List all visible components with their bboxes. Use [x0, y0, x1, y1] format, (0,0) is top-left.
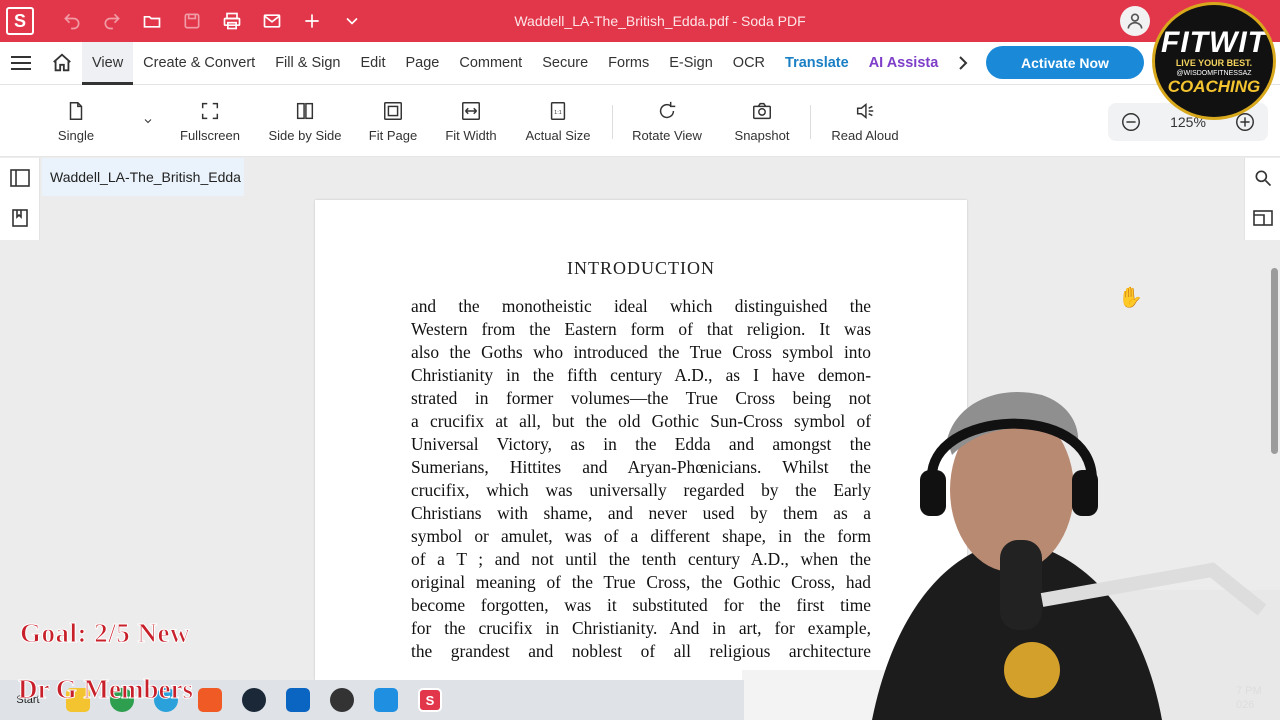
side-by-side-button[interactable]: Side by Side — [266, 85, 344, 157]
single-dropdown-chevron-icon[interactable] — [138, 85, 158, 157]
soda-pdf-logo[interactable]: S — [6, 7, 34, 35]
camera-icon — [753, 102, 771, 119]
tab-secure[interactable]: Secure — [532, 42, 598, 85]
tab-ai-assistant[interactable]: AI Assista — [859, 42, 949, 85]
members-overlay-text: Dr G Members — [18, 674, 194, 705]
rotate-view-label: Rotate View — [632, 127, 702, 143]
fit-page-label: Fit Page — [368, 127, 418, 143]
tab-translate[interactable]: Translate — [775, 42, 859, 85]
tab-page[interactable]: Page — [395, 42, 449, 85]
search-icon[interactable] — [1245, 158, 1280, 198]
fullscreen-button[interactable]: Fullscreen — [176, 85, 244, 157]
toolbar-divider — [612, 105, 613, 139]
page-icon — [69, 101, 83, 120]
tab-e-sign[interactable]: E-Sign — [659, 42, 723, 85]
read-aloud-label: Read Aloud — [831, 127, 899, 143]
text-line: Western from the Eastern form of that re… — [411, 319, 871, 339]
chevron-right-icon[interactable] — [948, 42, 978, 85]
save-icon[interactable] — [172, 0, 212, 42]
obs-icon[interactable] — [320, 680, 364, 720]
text-line: also the Goths who introduced the True C… — [411, 342, 871, 362]
page-heading: INTRODUCTION — [567, 258, 715, 278]
steam-icon[interactable] — [232, 680, 276, 720]
goal-overlay-text: Goal: 2/5 New — [20, 618, 190, 649]
snapshot-label: Snapshot — [734, 127, 790, 143]
actual-size-button[interactable]: 1:1 Actual Size — [522, 85, 594, 157]
single-label: Single — [57, 127, 95, 143]
system-clock: 7 PM 026 — [1236, 684, 1262, 712]
tab-fill-sign[interactable]: Fill & Sign — [265, 42, 350, 85]
tab-ocr[interactable]: OCR — [723, 42, 775, 85]
fit-width-button[interactable]: Fit Width — [440, 85, 502, 157]
fit-width-icon — [462, 101, 480, 120]
snapshot-button[interactable]: Snapshot — [730, 85, 794, 157]
side-by-side-label: Side by Side — [268, 127, 342, 143]
svg-text:1:1: 1:1 — [554, 109, 562, 115]
clock-date: 026 — [1236, 699, 1255, 711]
hand-cursor-icon: ✋ — [1118, 287, 1143, 309]
side-by-side-icon — [296, 102, 314, 119]
rotate-view-button[interactable]: Rotate View — [628, 85, 706, 157]
view-toolbar: Single Fullscreen Side by Side Fit Page … — [0, 85, 1280, 157]
clock-time: 7 PM — [1236, 685, 1262, 697]
logo-sub-text: COACHING — [1167, 76, 1261, 96]
read-aloud-button[interactable]: Read Aloud — [826, 85, 904, 157]
plus-icon[interactable] — [292, 0, 332, 42]
right-sidebar-rail — [1244, 158, 1280, 240]
logo-tagline: LIVE YOUR BEST. — [1175, 57, 1253, 68]
user-account-icon[interactable] — [1120, 6, 1150, 36]
fullscreen-label: Fullscreen — [180, 127, 240, 143]
text-line: and the monotheistic ideal which disting… — [411, 296, 871, 316]
single-page-button[interactable]: Single — [52, 85, 100, 157]
document-tab[interactable]: Waddell_LA-The_British_Edda — [42, 158, 244, 196]
outlook-icon[interactable] — [276, 680, 320, 720]
panel-open-icon[interactable] — [1245, 198, 1280, 238]
soda-pdf-taskbar-icon[interactable]: S — [408, 680, 452, 720]
webcam-overlay — [742, 392, 1280, 720]
print-icon[interactable] — [212, 0, 252, 42]
download-icon[interactable] — [364, 680, 408, 720]
rotate-icon — [659, 101, 676, 118]
quick-access-toolbar — [52, 0, 372, 42]
actual-size-icon: 1:1 — [550, 101, 566, 120]
panel-toggle-icon[interactable] — [0, 158, 40, 198]
logo-handle: @WISDOMFITNESSAZ — [1176, 69, 1252, 77]
brave-icon[interactable] — [188, 680, 232, 720]
tab-forms[interactable]: Forms — [598, 42, 659, 85]
fitwit-logo: FITWIT LIVE YOUR BEST. @WISDOMFITNESSAZ … — [1152, 2, 1276, 120]
left-sidebar-rail — [0, 158, 40, 240]
mail-icon[interactable] — [252, 0, 292, 42]
actual-size-label: Actual Size — [525, 127, 591, 143]
fit-page-button[interactable]: Fit Page — [364, 85, 422, 157]
tab-create-convert[interactable]: Create & Convert — [133, 42, 265, 85]
activate-now-button[interactable]: Activate Now — [986, 46, 1144, 79]
chevron-down-icon[interactable] — [332, 0, 372, 42]
menu-tabs: View Create & Convert Fill & Sign Edit P… — [82, 41, 949, 85]
toolbar-divider — [810, 105, 811, 139]
undo-icon[interactable] — [52, 0, 92, 42]
speaker-icon — [856, 102, 874, 119]
home-icon[interactable] — [42, 42, 82, 85]
tab-edit[interactable]: Edit — [350, 42, 395, 85]
fit-page-icon — [384, 101, 402, 120]
open-folder-icon[interactable] — [132, 0, 172, 42]
soda-taskbar-letter: S — [418, 688, 442, 712]
hamburger-menu-icon[interactable] — [0, 42, 42, 85]
title-bar: S Waddell_LA-The_British_Edda.pdf - Soda… — [0, 0, 1280, 42]
bookmark-icon[interactable] — [0, 198, 40, 238]
tab-view[interactable]: View — [82, 41, 134, 85]
redo-icon[interactable] — [92, 0, 132, 42]
tab-comment[interactable]: Comment — [449, 42, 532, 85]
fullscreen-icon — [201, 102, 219, 119]
zoom-out-icon[interactable] — [1120, 111, 1142, 133]
fit-width-label: Fit Width — [445, 127, 497, 143]
logo-main-text: FITWIT — [1161, 25, 1267, 59]
